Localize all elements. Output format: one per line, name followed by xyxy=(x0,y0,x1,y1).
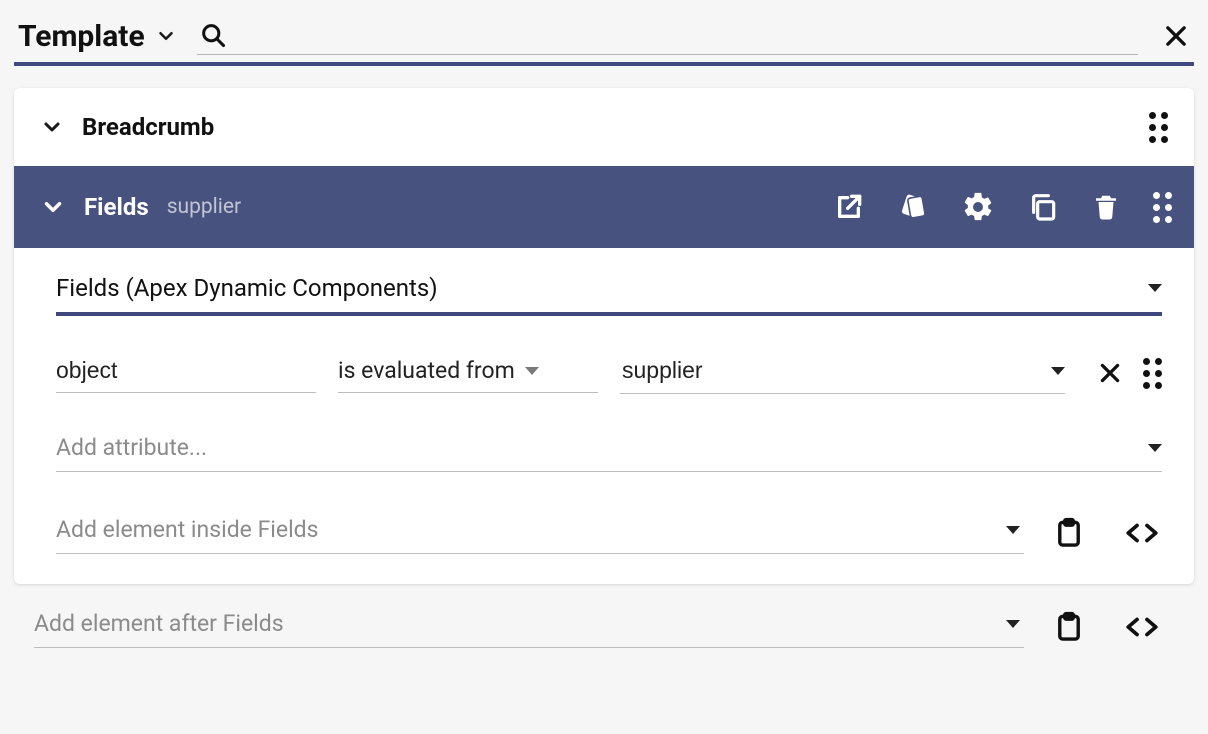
settings-button[interactable] xyxy=(961,190,995,224)
drag-handle[interactable] xyxy=(1149,112,1168,143)
section-title-breadcrumb: Breadcrumb xyxy=(82,113,214,141)
code-inside-button[interactable] xyxy=(1122,518,1162,548)
open-external-icon xyxy=(833,191,865,223)
add-element-after-select[interactable]: Add element after Fields xyxy=(34,606,1024,648)
drag-icon xyxy=(1149,112,1168,143)
caret-down-icon xyxy=(1051,367,1065,375)
section-breadcrumb[interactable]: Breadcrumb xyxy=(14,88,1194,166)
sections-container: Breadcrumb Fields supplier xyxy=(14,88,1194,648)
style-button[interactable] xyxy=(897,191,929,223)
add-attribute-placeholder: Add attribute... xyxy=(56,434,1138,461)
chevron-down-icon xyxy=(40,115,64,139)
chevron-down-icon xyxy=(40,194,66,220)
attribute-name-input[interactable] xyxy=(56,353,316,393)
code-icon xyxy=(1122,518,1162,548)
card: Breadcrumb Fields supplier xyxy=(14,88,1194,584)
close-icon xyxy=(1162,22,1190,50)
search-button[interactable] xyxy=(199,21,227,49)
section-subtitle-fields: supplier xyxy=(167,195,241,219)
close-button[interactable] xyxy=(1162,22,1190,50)
style-icon xyxy=(897,191,929,223)
attribute-mode-select[interactable]: is evaluated from xyxy=(338,353,598,393)
section-fields-header[interactable]: Fields supplier xyxy=(14,166,1194,248)
copy-icon xyxy=(1027,191,1059,223)
page-root: Template Breadcrumb xyxy=(0,0,1208,668)
search-icon xyxy=(199,21,227,49)
fields-type-select[interactable]: Fields (Apex Dynamic Components) xyxy=(56,274,1162,316)
section-actions-fields xyxy=(833,190,1172,224)
caret-down-icon xyxy=(1006,620,1020,628)
code-icon xyxy=(1122,612,1162,642)
drag-icon xyxy=(1153,192,1172,223)
delete-button[interactable] xyxy=(1091,192,1121,222)
header: Template xyxy=(14,10,1194,66)
attribute-row: is evaluated from xyxy=(56,352,1162,394)
clipboard-icon xyxy=(1052,516,1086,550)
search-input[interactable] xyxy=(235,22,1138,47)
code-after-button[interactable] xyxy=(1122,612,1162,642)
attribute-value-wrap xyxy=(620,352,1065,394)
open-external-button[interactable] xyxy=(833,191,865,223)
caret-down-icon xyxy=(1148,444,1162,452)
attribute-value-input[interactable] xyxy=(620,356,1043,385)
gear-icon xyxy=(961,190,995,224)
expand-toggle-breadcrumb[interactable] xyxy=(40,115,64,139)
paste-after-button[interactable] xyxy=(1052,610,1086,644)
section-fields-body: Fields (Apex Dynamic Components) is eval… xyxy=(14,248,1194,584)
add-element-inside-select[interactable]: Add element inside Fields xyxy=(56,512,1024,554)
paste-inside-button[interactable] xyxy=(1052,516,1086,550)
drag-icon xyxy=(1143,358,1162,389)
expand-toggle-fields[interactable] xyxy=(40,194,66,220)
add-element-inside-placeholder: Add element inside Fields xyxy=(56,516,998,543)
clipboard-icon xyxy=(1052,610,1086,644)
add-element-inside-actions xyxy=(1052,516,1162,550)
drag-handle[interactable] xyxy=(1143,358,1162,389)
add-element-after-placeholder: Add element after Fields xyxy=(34,610,998,637)
close-icon xyxy=(1097,360,1123,386)
attribute-mode-label: is evaluated from xyxy=(338,357,515,384)
page-title: Template xyxy=(18,19,145,54)
copy-button[interactable] xyxy=(1027,191,1059,223)
drag-handle[interactable] xyxy=(1153,192,1172,223)
caret-down-icon xyxy=(525,367,539,375)
trash-icon xyxy=(1091,192,1121,222)
add-element-inside-row: Add element inside Fields xyxy=(56,512,1162,554)
chevron-down-icon xyxy=(155,25,177,47)
search-area xyxy=(197,17,1138,55)
add-attribute-select[interactable]: Add attribute... xyxy=(56,434,1162,472)
attribute-row-actions xyxy=(1097,358,1162,389)
section-title-fields: Fields xyxy=(84,193,149,221)
add-element-after-actions xyxy=(1052,610,1162,644)
section-actions-breadcrumb xyxy=(1149,112,1168,143)
remove-attribute-button[interactable] xyxy=(1097,360,1123,386)
add-element-after-row: Add element after Fields xyxy=(14,606,1194,648)
title-dropdown-button[interactable] xyxy=(155,25,177,47)
fields-type-label: Fields (Apex Dynamic Components) xyxy=(56,274,1148,302)
caret-down-icon xyxy=(1006,526,1020,534)
caret-down-icon xyxy=(1148,284,1162,292)
